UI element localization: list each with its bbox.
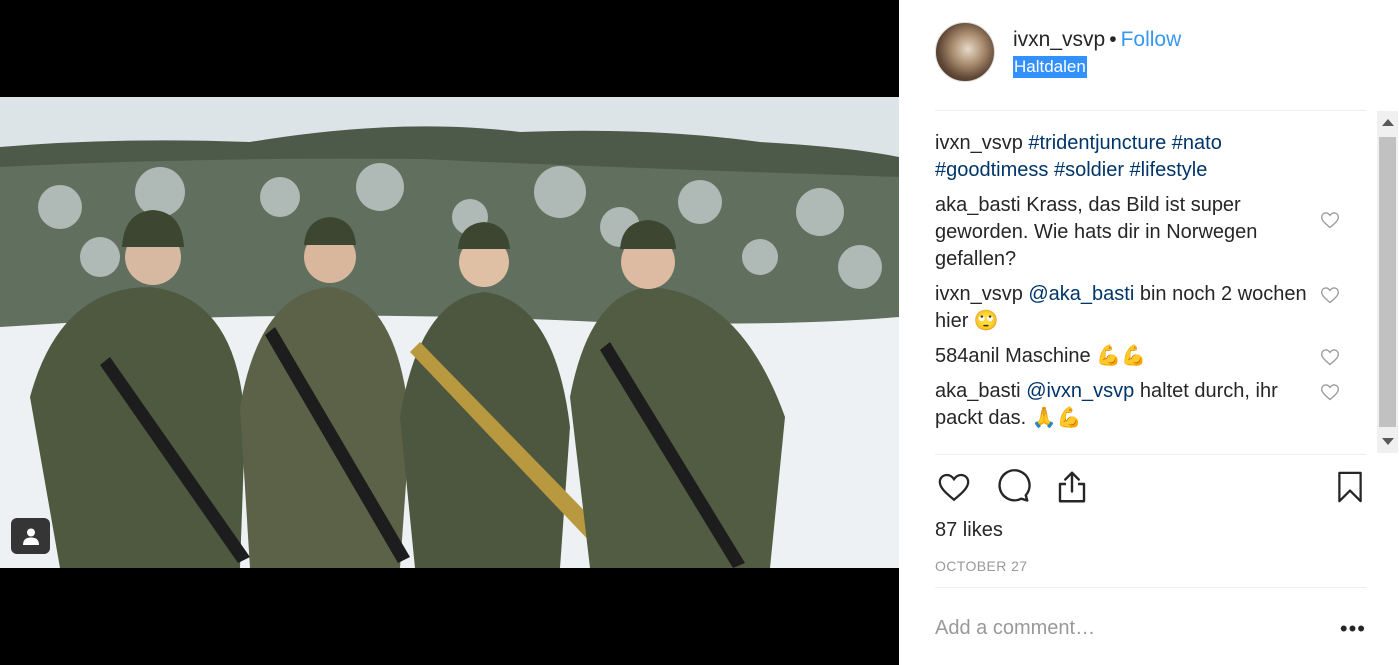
header-divider bbox=[935, 110, 1366, 111]
action-bar bbox=[935, 468, 1366, 508]
avatar[interactable] bbox=[935, 22, 995, 82]
list-item: 584anil Maschine 💪💪 bbox=[935, 343, 1340, 370]
comment-author[interactable]: aka_basti bbox=[935, 194, 1021, 216]
comment-button[interactable] bbox=[994, 468, 1032, 506]
heart-icon bbox=[938, 473, 970, 502]
comment-author[interactable]: ivxn_vsvp bbox=[935, 283, 1023, 305]
post-panel: ivxn_vsvp • Follow Haltdalen ivxn_vsvp #tr… bbox=[899, 0, 1399, 665]
heart-icon[interactable] bbox=[1320, 210, 1340, 230]
more-options-icon[interactable]: ••• bbox=[1340, 618, 1366, 640]
comment-author[interactable]: 584anil bbox=[935, 345, 1000, 367]
heart-icon[interactable] bbox=[1320, 347, 1340, 367]
person-tag-icon bbox=[22, 528, 39, 545]
media-viewer bbox=[0, 0, 899, 665]
photo-illustration bbox=[0, 97, 899, 568]
post-photo[interactable] bbox=[0, 97, 899, 568]
comment-text: Maschine 💪💪 bbox=[1005, 345, 1147, 367]
post-date[interactable]: OCTOBER 27 bbox=[935, 558, 1027, 574]
comment-mention[interactable]: @aka_basti bbox=[1028, 283, 1134, 305]
add-comment-form: ••• bbox=[935, 617, 1366, 647]
list-item: aka_basti Krass, das Bild ist super gewo… bbox=[935, 192, 1340, 273]
bookmark-icon bbox=[1338, 471, 1362, 503]
likes-count[interactable]: 87 likes bbox=[935, 519, 1003, 542]
share-icon bbox=[1058, 471, 1086, 503]
comment-author[interactable]: aka_basti bbox=[935, 380, 1021, 402]
location-link[interactable]: Haltdalen bbox=[1013, 56, 1087, 78]
tagged-people-button[interactable] bbox=[11, 518, 50, 554]
post-header: ivxn_vsvp • Follow Haltdalen bbox=[935, 22, 1365, 84]
follow-button[interactable]: Follow bbox=[1121, 28, 1182, 51]
like-button[interactable] bbox=[935, 468, 973, 506]
header-username[interactable]: ivxn_vsvp bbox=[1013, 28, 1105, 51]
caption: ivxn_vsvp #tridentjuncture #nato #goodti… bbox=[935, 130, 1330, 184]
heart-icon[interactable] bbox=[1320, 382, 1340, 402]
comment-author[interactable]: ivxn_vsvp bbox=[935, 132, 1023, 154]
header-separator: • bbox=[1109, 28, 1117, 51]
scroll-down-arrow-icon[interactable] bbox=[1382, 438, 1394, 445]
header-user-line: ivxn_vsvp • Follow bbox=[1013, 28, 1181, 52]
comments-divider bbox=[935, 454, 1366, 455]
save-button[interactable] bbox=[1331, 468, 1369, 506]
scroll-up-arrow-icon[interactable] bbox=[1382, 119, 1394, 126]
list-item: aka_basti @ivxn_vsvp haltet durch, ihr p… bbox=[935, 378, 1340, 432]
comment-bubble-icon bbox=[998, 469, 1031, 502]
comment-mention[interactable]: @ivxn_vsvp bbox=[1026, 380, 1134, 402]
comment-input[interactable] bbox=[935, 617, 1315, 640]
heart-icon[interactable] bbox=[1320, 285, 1340, 305]
list-item: ivxn_vsvp @aka_basti bin noch 2 wochen h… bbox=[935, 281, 1340, 335]
comments-scrollbar[interactable] bbox=[1377, 111, 1398, 453]
footer-divider bbox=[935, 587, 1366, 588]
scrollbar-thumb[interactable] bbox=[1379, 137, 1396, 427]
comments-list: ivxn_vsvp #tridentjuncture #nato #goodti… bbox=[935, 130, 1340, 440]
share-button[interactable] bbox=[1053, 468, 1091, 506]
